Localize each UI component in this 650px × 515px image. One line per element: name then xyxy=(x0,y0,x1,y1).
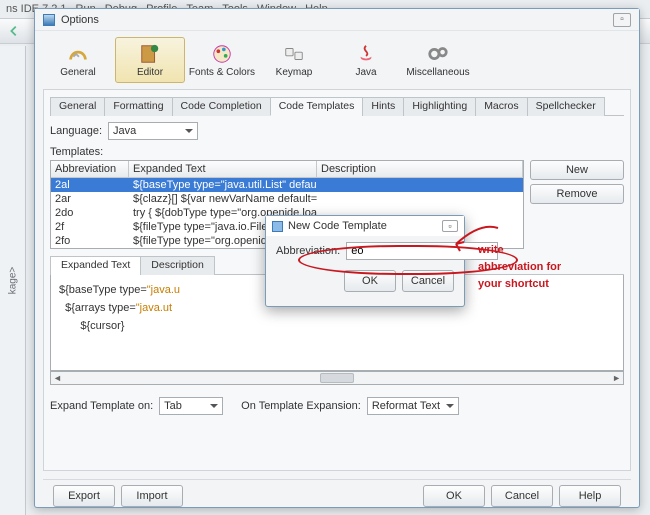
cat-editor[interactable]: Editor xyxy=(115,37,185,83)
ok-button[interactable]: OK xyxy=(423,485,485,507)
table-row[interactable]: 2ar${clazz}[] ${var newVarName default="… xyxy=(51,192,523,206)
abbrev-input[interactable] xyxy=(346,242,498,260)
popup-ok-button[interactable]: OK xyxy=(344,270,396,292)
popup-cancel-button[interactable]: Cancel xyxy=(402,270,454,292)
subtab-code-templates[interactable]: Code Templates xyxy=(270,97,364,116)
cat-fonts-colors[interactable]: Fonts & Colors xyxy=(187,37,257,83)
left-panel-label: kage> xyxy=(7,267,18,295)
on-expansion-combo[interactable]: Reformat Text xyxy=(367,397,459,415)
horizontal-scrollbar[interactable]: ◄► xyxy=(50,371,624,385)
subtab-macros[interactable]: Macros xyxy=(475,97,527,116)
col-abbrev[interactable]: Abbreviation xyxy=(51,161,129,177)
popup-title-bar[interactable]: New Code Template ▫ xyxy=(266,216,464,236)
on-expansion-label: On Template Expansion: xyxy=(241,400,361,412)
help-button[interactable]: Help xyxy=(559,485,621,507)
cat-java[interactable]: Java xyxy=(331,37,401,83)
new-button[interactable]: New xyxy=(530,160,624,180)
scroll-thumb[interactable] xyxy=(320,373,354,383)
language-label: Language: xyxy=(50,125,102,137)
subtab-formatting[interactable]: Formatting xyxy=(104,97,172,116)
editor-subtabs: General Formatting Code Completion Code … xyxy=(50,96,624,116)
options-title: Options xyxy=(61,14,99,26)
left-panel[interactable]: kage> xyxy=(0,46,26,515)
popup-icon xyxy=(272,221,283,232)
popup-title: New Code Template xyxy=(288,220,387,232)
new-code-template-dialog: New Code Template ▫ Abbreviation: OK Can… xyxy=(265,215,465,307)
subtab-code-completion[interactable]: Code Completion xyxy=(172,97,271,116)
export-button[interactable]: Export xyxy=(53,485,115,507)
cat-misc[interactable]: Miscellaneous xyxy=(403,37,473,83)
options-icon xyxy=(43,14,55,26)
subtab-spellchecker[interactable]: Spellchecker xyxy=(527,97,605,116)
subtab-hints[interactable]: Hints xyxy=(362,97,404,116)
templates-label: Templates: xyxy=(50,146,624,158)
subtab-general[interactable]: General xyxy=(50,97,105,116)
popup-restore-icon[interactable]: ▫ xyxy=(442,220,458,232)
back-icon[interactable] xyxy=(6,23,22,39)
scroll-left-icon[interactable]: ◄ xyxy=(53,373,62,383)
expand-on-combo[interactable]: Tab xyxy=(159,397,223,415)
expand-on-label: Expand Template on: xyxy=(50,400,153,412)
col-desc[interactable]: Description xyxy=(317,161,523,177)
cat-keymap[interactable]: Keymap xyxy=(259,37,329,83)
options-categories: General Editor Fonts & Colors Keymap Jav… xyxy=(35,31,639,89)
import-button[interactable]: Import xyxy=(121,485,183,507)
scroll-right-icon[interactable]: ► xyxy=(612,373,621,383)
tab-expanded-text[interactable]: Expanded Text xyxy=(50,256,141,275)
remove-button[interactable]: Remove xyxy=(530,184,624,204)
restore-icon[interactable]: ▫ xyxy=(613,13,631,27)
cancel-button[interactable]: Cancel xyxy=(491,485,553,507)
options-bottom-bar: Export Import OK Cancel Help xyxy=(43,479,631,511)
subtab-highlighting[interactable]: Highlighting xyxy=(403,97,476,116)
language-combo[interactable]: Java xyxy=(108,122,198,140)
col-expanded[interactable]: Expanded Text xyxy=(129,161,317,177)
abbrev-label: Abbreviation: xyxy=(276,245,340,257)
options-title-bar[interactable]: Options ▫ xyxy=(35,9,639,31)
cat-general[interactable]: General xyxy=(43,37,113,83)
table-row[interactable]: 2al${baseType type="java.util.List" defa… xyxy=(51,178,523,192)
tab-description[interactable]: Description xyxy=(140,256,215,275)
